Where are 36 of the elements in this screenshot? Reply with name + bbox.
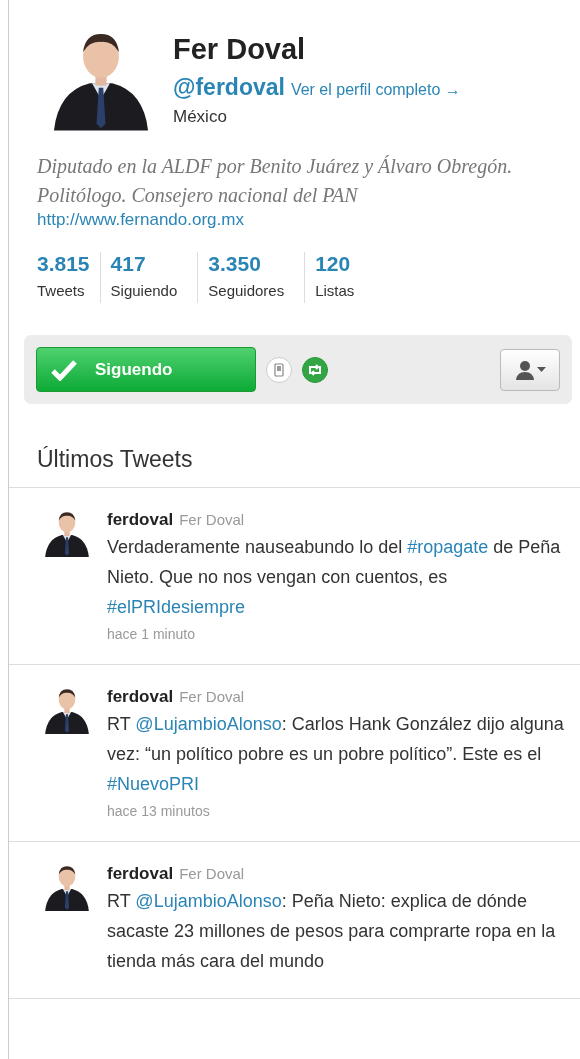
hashtag-link[interactable]: #elPRIdesiempre xyxy=(107,597,246,617)
hashtag-link[interactable]: #NuevoPRI xyxy=(107,774,200,794)
tweet-time[interactable]: hace 13 minutos xyxy=(107,803,570,819)
tweet-username[interactable]: ferdoval xyxy=(107,510,174,530)
profile-location: México xyxy=(173,107,228,127)
caret-icon xyxy=(536,367,546,372)
tweet-username[interactable]: ferdoval xyxy=(107,864,174,884)
retweets-button[interactable] xyxy=(302,356,328,383)
profile-handle[interactable]: @ferdoval xyxy=(173,74,285,101)
retweet-icon xyxy=(307,362,323,377)
checkmark-icon xyxy=(51,358,77,381)
tweet-display-name: Fer Doval xyxy=(179,511,245,528)
stat-link[interactable]: 3.350 Seguidores xyxy=(197,252,305,303)
mention-link[interactable]: @LujambioAlonso xyxy=(135,714,282,734)
tweet-text: RT @LujambioAlonso: Carlos Hank González dijo alguna vez: “un político pobre es un pobre político”. Este es el #NuevoPRI xyxy=(107,713,565,796)
hashtag-link[interactable]: #ropagate xyxy=(407,537,489,557)
phone-icon xyxy=(274,362,284,377)
user-actions-button[interactable] xyxy=(500,348,560,391)
profile-name: Fer Doval xyxy=(173,32,307,66)
tweet-display-name: Fer Doval xyxy=(179,688,245,705)
tweet-username[interactable]: ferdoval xyxy=(107,687,174,707)
person-icon xyxy=(514,359,535,380)
section-title: Últimos Tweets xyxy=(9,404,580,488)
full-profile-link[interactable]: Ver el perfil completo → xyxy=(290,81,461,99)
tweet-text: Verdaderamente nauseabundo lo del #ropagate de Peña Nieto. Que no nos vengan con cuentos, es #elPRIdesiempre xyxy=(107,536,562,619)
following-button[interactable]: Siguendo xyxy=(36,347,256,392)
stat-link[interactable]: 3.815 Tweets xyxy=(37,252,100,303)
profile-bio: Diputado en la ALDF por Benito Juárez y Álvaro Obregón. Politólogo. Consejero nacional del PAN xyxy=(37,154,514,209)
tweet-time[interactable]: hace 1 minuto xyxy=(107,626,570,642)
tweet-text: RT @LujambioAlonso: Peña Nieto: explica de dónde sacaste 23 millones de pesos para comprarte ropa en la tienda más cara del mundo xyxy=(107,890,557,973)
tweet-display-name: Fer Doval xyxy=(179,865,245,882)
mention-link[interactable]: @LujambioAlonso xyxy=(135,891,282,911)
phone-button[interactable] xyxy=(266,356,292,383)
stat-link[interactable]: 120 Listas xyxy=(304,252,375,303)
website-link[interactable]: http://www.fernando.org.mx xyxy=(37,210,244,230)
stat-link[interactable]: 417 Siguiendo xyxy=(99,252,198,303)
